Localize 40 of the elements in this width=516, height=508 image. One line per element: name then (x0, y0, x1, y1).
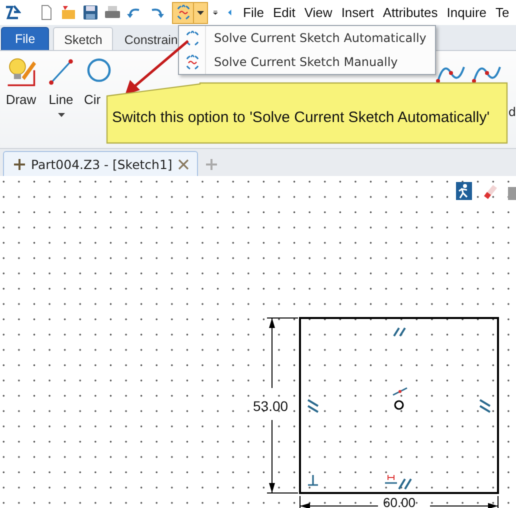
document-tab[interactable]: Part004.Z3 - [Sketch1] (3, 151, 198, 176)
menu-item[interactable]: Attributes (382, 5, 438, 20)
menu-item[interactable]: File (243, 5, 264, 20)
ribbon-tool-button[interactable]: Cir (82, 55, 116, 107)
eraser-icon[interactable] (482, 182, 498, 200)
dimension-label: 60.00 (383, 495, 416, 508)
ribbon-tool-button[interactable]: Line (42, 55, 80, 125)
plus-icon (14, 158, 25, 170)
caret-icon (197, 10, 204, 14)
menu-item[interactable]: Inquire (446, 5, 486, 20)
horizontal-constraint-icon (385, 474, 397, 484)
tool-label: d (508, 105, 516, 119)
solve-icon (184, 54, 200, 70)
dimension-marker-icon (392, 387, 408, 396)
menu-option[interactable]: Solve Current Sketch Manually (179, 50, 435, 74)
parallel-constraint-icon (307, 399, 319, 413)
ribbon-tab[interactable]: File (1, 27, 50, 50)
parallel-constraint-icon (398, 478, 412, 490)
save-icon[interactable] (82, 4, 99, 21)
solve-icon (184, 30, 200, 46)
dimension-label: 53.00 (253, 398, 288, 414)
menu-item[interactable]: Edit (272, 5, 296, 20)
menu-item[interactable]: Insert (341, 5, 374, 20)
solve-sketch-button[interactable] (172, 2, 208, 24)
menu-item[interactable]: View (304, 5, 332, 20)
parallel-constraint-icon (479, 399, 491, 413)
callout-tooltip-text: Switch this option to 'Solve Current Sketch Automatically' (112, 109, 490, 126)
close-icon[interactable] (178, 158, 190, 170)
exit-icon[interactable] (456, 182, 472, 200)
solve-icon (174, 4, 192, 21)
print-icon[interactable] (104, 4, 121, 21)
menu-item[interactable]: Te (496, 5, 510, 20)
parallel-constraint-icon (393, 327, 406, 337)
ribbon-tool-button[interactable]: Draw (2, 55, 40, 125)
caret-icon (58, 113, 64, 117)
app-logo-icon[interactable] (4, 4, 21, 21)
ribbon-tab[interactable]: Sketch (53, 27, 114, 51)
perpendicular-constraint-icon (307, 474, 319, 486)
open-folder-icon[interactable] (60, 4, 77, 21)
sketch-point (394, 400, 404, 410)
